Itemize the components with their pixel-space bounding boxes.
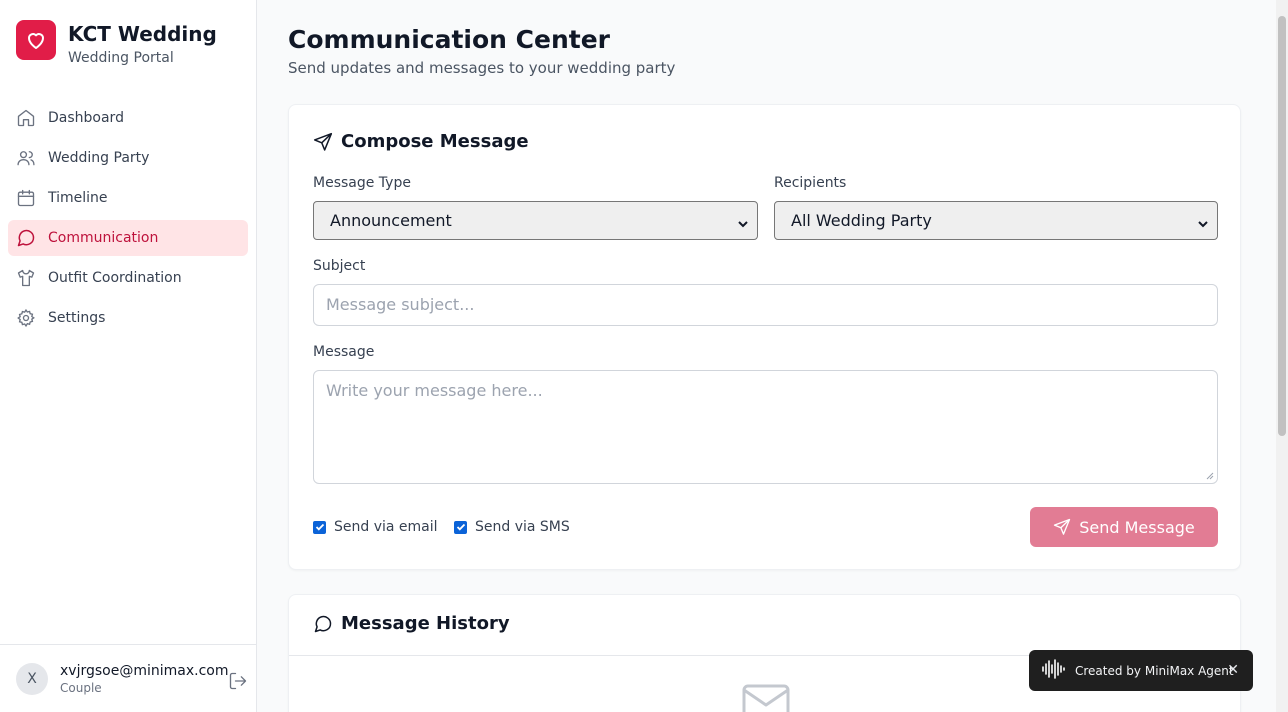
page-subtitle: Send updates and messages to your weddin… (288, 59, 676, 77)
scrollbar-thumb[interactable] (1278, 16, 1286, 436)
close-icon[interactable]: ✕ (1227, 662, 1239, 678)
toast: Created by MiniMax Agent ✕ (1029, 650, 1253, 691)
heart-logo-icon (16, 20, 56, 60)
compose-title: Compose Message (341, 131, 529, 152)
send-sms-label: Send via SMS (475, 519, 570, 535)
scrollbar[interactable] (1276, 0, 1288, 712)
sidebar: KCT Wedding Wedding Portal Dashboard Wed… (0, 0, 257, 712)
subject-placeholder: Message subject... (326, 295, 475, 314)
brand-title: KCT Wedding (68, 22, 217, 46)
mail-icon (742, 683, 790, 712)
user-role: Couple (60, 680, 102, 695)
recipients-select[interactable]: All Wedding Party (774, 201, 1218, 240)
sidebar-item-outfit-coordination[interactable]: Outfit Coordination (8, 260, 248, 296)
sidebar-item-label: Timeline (48, 190, 108, 206)
sidebar-item-dashboard[interactable]: Dashboard (8, 100, 248, 136)
calendar-icon (16, 188, 36, 208)
shirt-icon (16, 268, 36, 288)
send-email-label: Send via email (334, 519, 438, 535)
page-title: Communication Center (288, 25, 611, 54)
sidebar-item-label: Outfit Coordination (48, 270, 182, 286)
compose-card: Compose Message Message Type Announcemen… (288, 104, 1241, 570)
user-email: xvjrgsoe@minimax.com (60, 662, 229, 679)
sidebar-item-wedding-party[interactable]: Wedding Party (8, 140, 248, 176)
message-type-select[interactable]: Announcement (313, 201, 758, 240)
message-label: Message (313, 344, 375, 360)
checkbox-checked-icon[interactable] (313, 520, 326, 534)
recipients-label: Recipients (774, 175, 847, 191)
checkbox-checked-icon[interactable] (454, 520, 467, 534)
subject-input[interactable]: Message subject... (313, 284, 1218, 326)
home-icon (16, 108, 36, 128)
message-circle-icon (16, 228, 36, 248)
send-email-checkbox[interactable]: Send via email (313, 519, 438, 535)
gear-icon (16, 308, 36, 328)
send-icon (1053, 518, 1071, 536)
avatar: X (16, 662, 48, 695)
sidebar-item-timeline[interactable]: Timeline (8, 180, 248, 216)
soundwave-icon (1041, 658, 1067, 684)
sidebar-item-label: Communication (48, 230, 159, 246)
send-icon (313, 132, 333, 152)
message-textarea[interactable]: Write your message here... (313, 370, 1218, 484)
brand: KCT Wedding Wedding Portal (16, 20, 217, 68)
chevron-down-icon (1197, 215, 1209, 234)
subject-label: Subject (313, 258, 366, 274)
history-header: Message History (313, 613, 510, 634)
send-message-button[interactable]: Send Message (1030, 507, 1218, 547)
sidebar-item-label: Dashboard (48, 110, 124, 126)
sidebar-item-label: Settings (48, 310, 106, 326)
resize-handle-icon[interactable] (1206, 472, 1214, 480)
sidebar-item-label: Wedding Party (48, 150, 150, 166)
users-icon (16, 148, 36, 168)
sidebar-nav: Dashboard Wedding Party Timeline Communi… (8, 100, 248, 340)
sidebar-item-settings[interactable]: Settings (8, 300, 248, 336)
message-type-label: Message Type (313, 175, 411, 191)
brand-subtitle: Wedding Portal (68, 50, 174, 66)
send-message-label: Send Message (1079, 517, 1195, 537)
recipients-value: All Wedding Party (791, 211, 932, 230)
message-circle-icon (313, 614, 333, 634)
message-type-value: Announcement (330, 211, 452, 230)
history-title: Message History (341, 613, 510, 634)
send-sms-checkbox[interactable]: Send via SMS (454, 519, 570, 535)
compose-header: Compose Message (313, 131, 529, 152)
user-profile: X xvjrgsoe@minimax.com Couple (0, 644, 257, 712)
toast-text: Created by MiniMax Agent (1075, 663, 1234, 678)
logout-icon[interactable] (228, 671, 248, 691)
chevron-down-icon (737, 215, 749, 234)
sidebar-item-communication[interactable]: Communication (8, 220, 248, 256)
message-placeholder: Write your message here... (326, 381, 543, 400)
